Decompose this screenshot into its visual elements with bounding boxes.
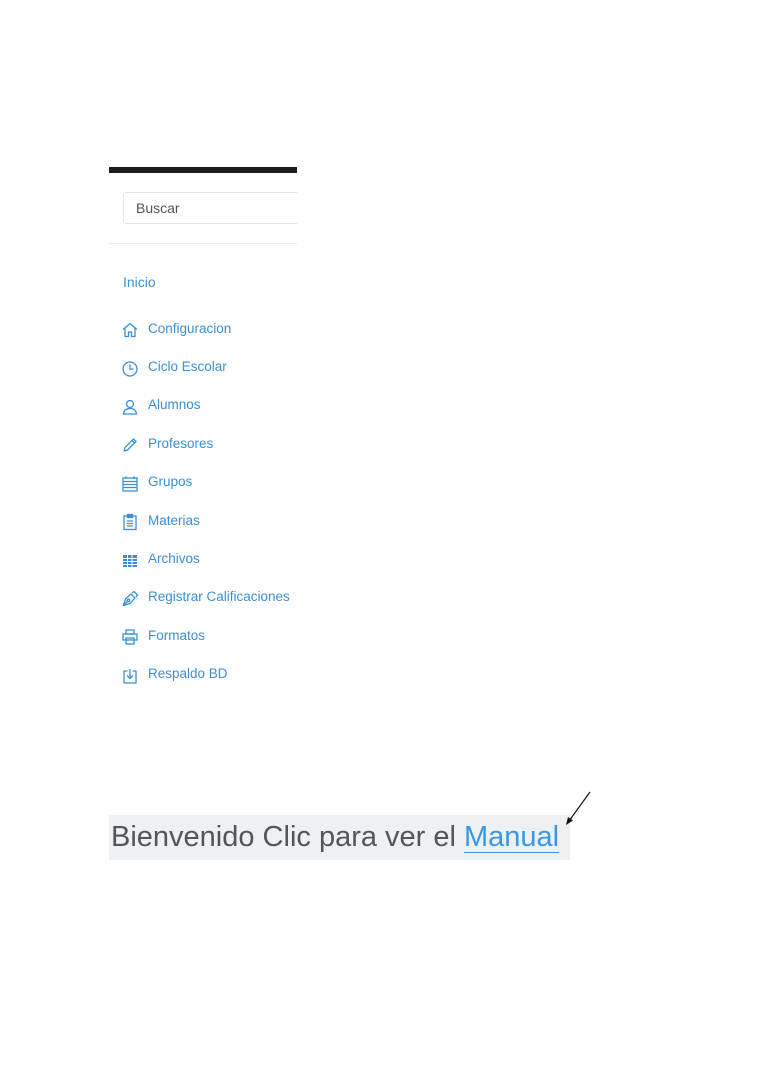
nav-item-formatos[interactable]: Formatos bbox=[121, 618, 290, 656]
welcome-text: Bienvenido Clic para ver el bbox=[111, 821, 456, 853]
nav-item-ciclo-escolar[interactable]: Ciclo Escolar bbox=[121, 349, 290, 387]
nav-item-label: Registrar Calificaciones bbox=[148, 589, 290, 605]
nav-item-label: Alumnos bbox=[148, 397, 201, 413]
sidebar-divider bbox=[109, 243, 297, 244]
nav-item-profesores[interactable]: Profesores bbox=[121, 426, 290, 464]
nav-item-grupos[interactable]: Grupos bbox=[121, 465, 290, 503]
nav-item-label: Profesores bbox=[148, 435, 214, 451]
search-input[interactable] bbox=[124, 193, 297, 223]
pen-nib-icon bbox=[121, 590, 139, 608]
nav-item-configuracion[interactable]: Configuracion bbox=[121, 311, 290, 349]
nav-item-label: Respaldo BD bbox=[148, 666, 228, 682]
top-bar bbox=[109, 167, 297, 173]
nav-item-label: Materias bbox=[148, 512, 200, 528]
nav-item-label: Configuracion bbox=[148, 320, 232, 336]
nav-item-label: Formatos bbox=[148, 627, 206, 643]
calendar-icon bbox=[121, 475, 139, 493]
pencil-icon bbox=[121, 436, 139, 454]
clock-icon bbox=[121, 360, 139, 378]
search-box bbox=[123, 192, 297, 224]
printer-icon bbox=[121, 628, 139, 646]
nav-home-link[interactable]: Inicio bbox=[123, 274, 156, 290]
user-icon bbox=[121, 398, 139, 416]
nav-item-registrar-calificaciones[interactable]: Registrar Calificaciones bbox=[121, 580, 290, 618]
nav-item-alumnos[interactable]: Alumnos bbox=[121, 388, 290, 426]
pointer-arrow-icon bbox=[566, 791, 591, 825]
welcome-banner: Bienvenido Clic para ver el Manual bbox=[109, 815, 570, 860]
nav-item-materias[interactable]: Materias bbox=[121, 503, 290, 541]
nav-item-label: Ciclo Escolar bbox=[148, 359, 227, 375]
download-icon bbox=[121, 667, 139, 685]
home-icon bbox=[121, 321, 139, 339]
nav-item-label: Grupos bbox=[148, 474, 193, 490]
nav-item-label: Archivos bbox=[148, 551, 200, 567]
manual-link[interactable]: Manual bbox=[463, 822, 560, 853]
nav-item-archivos[interactable]: Archivos bbox=[121, 541, 290, 579]
nav-item-respaldo-bd[interactable]: Respaldo BD bbox=[121, 657, 290, 695]
sidebar-nav: Configuracion Ciclo Escolar Alumnos Prof… bbox=[121, 311, 290, 695]
table-icon bbox=[121, 552, 139, 570]
clipboard-icon bbox=[121, 513, 139, 531]
